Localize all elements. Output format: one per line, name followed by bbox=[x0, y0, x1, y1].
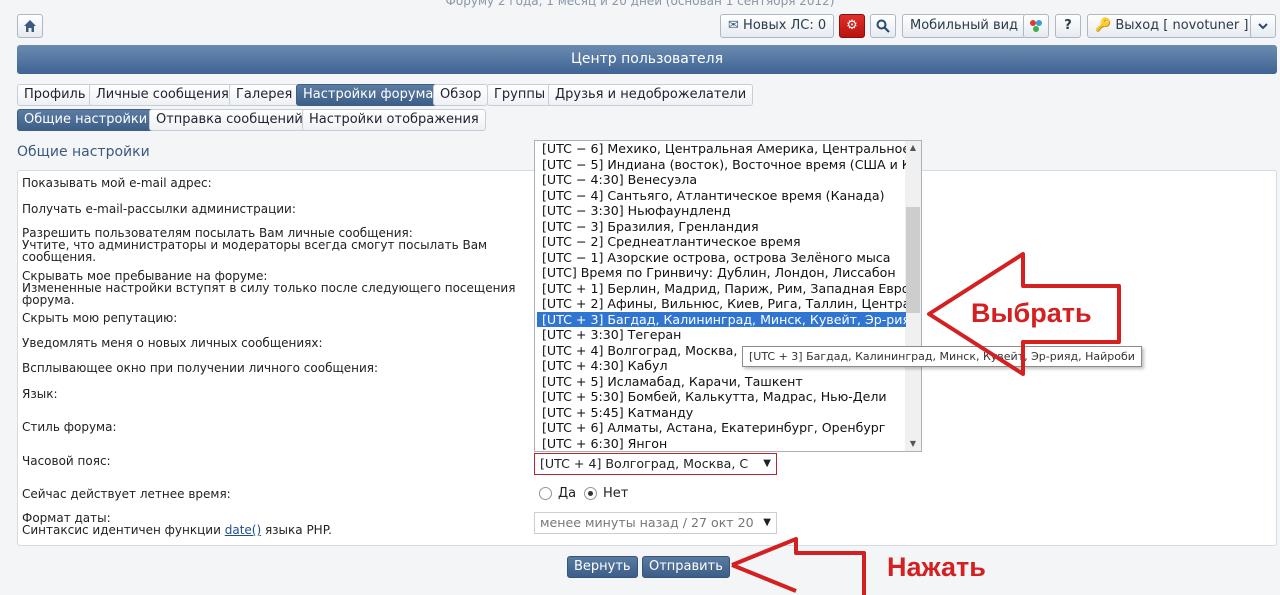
timezone-option[interactable]: [UTC − 2] Среднеатлантическое время bbox=[537, 234, 906, 250]
mobile-view-button[interactable]: Мобильный вид bbox=[902, 14, 1027, 38]
timezone-option[interactable]: [UTC − 4] Сантьяго, Атлантическое время … bbox=[537, 188, 906, 204]
allow-pm-note-line2: сообщения. bbox=[22, 250, 97, 264]
dateformat-note: Синтаксис идентичен функции date() языка… bbox=[22, 524, 332, 536]
forum-age-text: Форуму 2 года, 1 месяц и 20 дней (основа… bbox=[445, 0, 835, 8]
choose-annotation: Выбрать bbox=[971, 298, 1092, 328]
timezone-select[interactable]: [UTC + 4] Волгоград, Москва, С ▼ bbox=[534, 453, 777, 475]
dateformat-note-pre: Синтаксис идентичен функции bbox=[22, 523, 225, 537]
key-icon: 🔑 bbox=[1095, 18, 1112, 33]
hide-online-label: Скрывать мое пребывание на форуме: Измен… bbox=[22, 270, 515, 306]
envelope-icon: ✉ bbox=[728, 18, 739, 33]
hide-online-note-line1: Измененные настройки вступят в силу толь… bbox=[22, 281, 516, 295]
chevron-down-icon bbox=[1258, 23, 1268, 30]
timezone-option[interactable]: [UTC + 6:30] Янгон bbox=[537, 436, 906, 452]
tab-profile[interactable]: Профиль bbox=[17, 84, 93, 106]
logout-button[interactable]: 🔑 Выход [ novotuner ] bbox=[1087, 14, 1257, 38]
timezone-option[interactable]: [UTC + 1] Берлин, Мадрид, Париж, Рим, За… bbox=[537, 281, 906, 297]
press-arrow-annotation bbox=[731, 537, 866, 595]
hide-reputation-label: Скрыть мою репутацию: bbox=[22, 311, 178, 325]
timezone-option[interactable]: [UTC + 5:45] Катманду bbox=[537, 405, 906, 421]
friends-button[interactable] bbox=[1023, 14, 1049, 38]
notify-pm-label: Уведомлять меня о новых личных сообщения… bbox=[22, 336, 323, 350]
user-control-panel-banner: Центр пользователя bbox=[17, 45, 1277, 74]
language-label: Язык: bbox=[22, 387, 58, 401]
tab-forum-settings[interactable]: Настройки форума bbox=[296, 84, 441, 106]
dateformat-note-post: языка PHP. bbox=[261, 523, 332, 537]
dateformat-select-value: менее минуты назад / 27 окт 20 bbox=[540, 515, 754, 530]
list-scrollbar[interactable]: ▲ ▼ bbox=[905, 141, 921, 451]
menu-dropdown-button[interactable] bbox=[1250, 14, 1276, 38]
dst-label: Сейчас действует летнее время: bbox=[22, 487, 231, 501]
allow-pm-label: Разрешить пользователям посылать Вам лич… bbox=[22, 227, 487, 263]
search-button[interactable] bbox=[870, 14, 896, 38]
tab-friends-foes[interactable]: Друзья и недоброжелатели bbox=[548, 84, 754, 106]
date-function-link[interactable]: date() bbox=[225, 523, 261, 537]
timezone-option[interactable]: [UTC + 5:30] Бомбей, Калькутта, Мадрас, … bbox=[537, 389, 906, 405]
show-email-label: Показывать мой e-mail адрес: bbox=[22, 176, 212, 190]
tab-overview[interactable]: Обзор bbox=[433, 84, 489, 106]
search-icon bbox=[876, 19, 890, 33]
timezone-option[interactable]: [UTC − 3:30] Ньюфаундленд bbox=[537, 203, 906, 219]
timezone-option[interactable]: [UTC + 3] Багдад, Калининград, Минск, Ку… bbox=[537, 311, 906, 327]
subtab-posting[interactable]: Отправка сообщений bbox=[149, 109, 310, 131]
help-button[interactable]: ? bbox=[1055, 14, 1081, 38]
timezone-options-list[interactable]: ▲ ▼ [UTC − 6] Мехико, Центральная Америк… bbox=[534, 140, 922, 452]
timezone-select-value: [UTC + 4] Волгоград, Москва, С bbox=[540, 456, 749, 471]
timezone-option[interactable]: [UTC − 3] Бразилия, Гренландия bbox=[537, 219, 906, 235]
timezone-option[interactable]: [UTC − 1] Азорские острова, острова Зелё… bbox=[537, 250, 906, 266]
timezone-option[interactable]: [UTC + 3:30] Тегеран bbox=[537, 327, 906, 343]
logout-label: Выход [ novotuner ] bbox=[1115, 18, 1249, 33]
timezone-option[interactable]: [UTC − 6] Мехико, Центральная Америка, Ц… bbox=[537, 141, 906, 157]
press-annotation: Нажать bbox=[887, 552, 986, 582]
dst-no-radio[interactable] bbox=[584, 487, 597, 500]
home-icon bbox=[24, 20, 36, 32]
scroll-up-icon[interactable]: ▲ bbox=[905, 141, 921, 155]
tab-private-messages[interactable]: Личные сообщения bbox=[89, 84, 236, 106]
dropdown-arrow-icon: ▼ bbox=[763, 458, 771, 469]
scroll-thumb[interactable] bbox=[906, 207, 920, 313]
settings-button[interactable]: ⚙ bbox=[839, 14, 865, 38]
scroll-down-icon[interactable]: ▼ bbox=[905, 437, 921, 451]
style-label: Стиль форума: bbox=[22, 420, 117, 434]
dateformat-label: Формат даты: Синтаксис идентичен функции… bbox=[22, 512, 332, 536]
users-icon bbox=[1030, 20, 1042, 32]
dst-yes-radio[interactable] bbox=[539, 487, 552, 500]
new-messages-label: Новых ЛС: 0 bbox=[743, 18, 827, 33]
home-button[interactable] bbox=[17, 14, 43, 38]
popup-pm-label: Всплывающее окно при получении личного с… bbox=[22, 361, 379, 375]
new-messages-button[interactable]: ✉ Новых ЛС: 0 bbox=[720, 14, 835, 38]
timezone-option[interactable]: [UTC] Время по Гринвичу: Дублин, Лондон,… bbox=[537, 265, 906, 281]
dst-no-label: Нет bbox=[603, 486, 629, 501]
timezone-option[interactable]: [UTC + 5] Исламабад, Карачи, Ташкент bbox=[537, 374, 906, 390]
timezone-option[interactable]: [UTC − 5] Индиана (восток), Восточное вр… bbox=[537, 157, 906, 173]
subtab-general-settings[interactable]: Общие настройки bbox=[17, 109, 155, 131]
timezone-option[interactable]: [UTC + 6] Алматы, Астана, Екатеринбург, … bbox=[537, 420, 906, 436]
tab-groups[interactable]: Группы bbox=[487, 84, 553, 106]
timezone-label: Часовой пояс: bbox=[22, 454, 111, 468]
timezone-option[interactable]: [UTC − 4:30] Венесуэла bbox=[537, 172, 906, 188]
dst-yes-label: Да bbox=[558, 486, 577, 501]
subtab-display[interactable]: Настройки отображения bbox=[302, 109, 486, 131]
gear-icon: ⚙ bbox=[846, 18, 858, 33]
admin-mail-label: Получать e-mail-рассылки администрации: bbox=[22, 202, 296, 216]
reset-button[interactable]: Вернуть bbox=[567, 556, 638, 578]
section-title: Общие настройки bbox=[17, 144, 150, 160]
submit-button[interactable]: Отправить bbox=[642, 556, 730, 578]
dropdown-arrow-icon: ▼ bbox=[763, 517, 771, 528]
timezone-option[interactable]: [UTC + 2] Афины, Вильнюс, Киев, Рига, Та… bbox=[537, 296, 906, 312]
dateformat-select[interactable]: менее минуты назад / 27 окт 20 ▼ bbox=[534, 512, 777, 534]
tab-gallery[interactable]: Галерея bbox=[229, 84, 300, 106]
hide-online-note-line2: форума. bbox=[22, 293, 75, 307]
